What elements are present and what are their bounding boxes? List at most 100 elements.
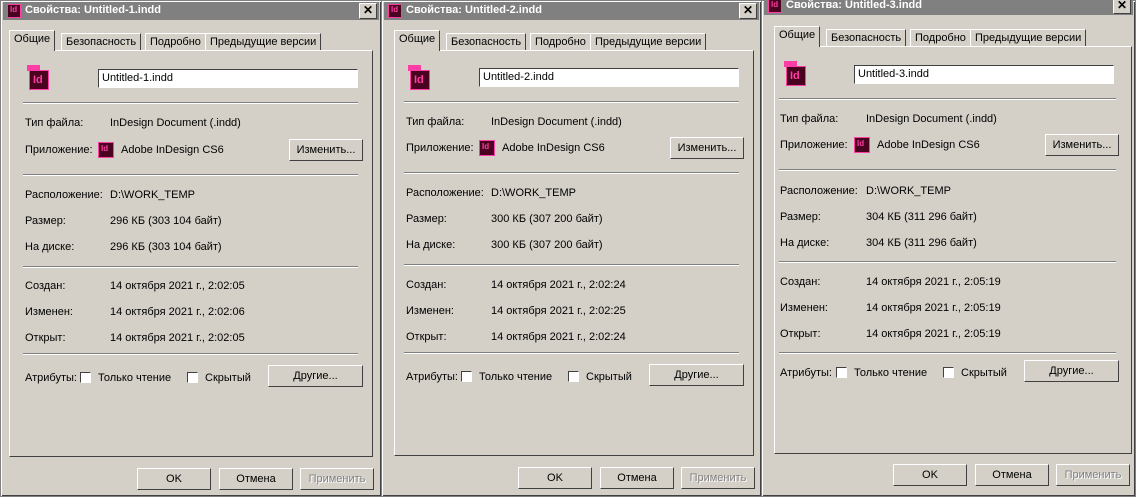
readonly-checkbox[interactable] — [80, 372, 91, 383]
close-button[interactable]: ✕ — [359, 3, 377, 19]
separator — [23, 266, 358, 268]
properties-window-3: Свойства: Untitled-3.indd ✕ Общие Безопа… — [761, 0, 1136, 497]
change-app-button[interactable]: Изменить... — [1045, 134, 1119, 156]
apply-button[interactable]: Применить — [681, 467, 755, 489]
tab-details[interactable]: Подробно — [145, 33, 206, 51]
created-label: Создан: — [406, 279, 447, 291]
readonly-label: Только чтение — [98, 372, 172, 384]
apply-button[interactable]: Применить — [1056, 464, 1130, 486]
indesign-icon: Id — [479, 140, 495, 156]
indesign-app-icon — [768, 0, 782, 13]
file-name-input[interactable]: Untitled-3.indd — [854, 65, 1114, 84]
close-button[interactable]: ✕ — [739, 3, 757, 19]
separator — [404, 172, 739, 174]
separator — [23, 174, 358, 176]
window-title: Свойства: Untitled-3.indd — [786, 0, 922, 11]
created-label: Создан: — [25, 280, 66, 292]
size-value: 296 КБ (303 104 байт) — [110, 215, 222, 227]
tab-details[interactable]: Подробно — [530, 33, 591, 51]
cancel-button[interactable]: Отмена — [975, 464, 1049, 486]
title-bar[interactable]: Свойства: Untitled-1.indd ✕ — [3, 2, 379, 20]
general-panel — [394, 50, 754, 456]
hidden-label: Скрытый — [586, 371, 632, 383]
indesign-icon: Id — [98, 142, 114, 158]
window-title: Свойства: Untitled-2.indd — [406, 4, 542, 16]
location-value: D:\WORK_TEMP — [491, 187, 576, 199]
file-type-value: InDesign Document (.indd) — [110, 117, 241, 129]
separator — [779, 261, 1116, 263]
disk-size-value: 296 КБ (303 104 байт) — [110, 241, 222, 253]
readonly-label: Только чтение — [479, 371, 553, 383]
readonly-label: Только чтение — [854, 367, 928, 379]
advanced-attributes-button[interactable]: Другие... — [268, 365, 363, 387]
separator — [404, 264, 739, 266]
separator — [404, 101, 739, 103]
change-app-button[interactable]: Изменить... — [289, 139, 363, 161]
tab-general[interactable]: Общие — [9, 30, 56, 51]
close-button[interactable]: ✕ — [1113, 0, 1131, 14]
separator — [23, 353, 358, 355]
tab-security[interactable]: Безопасность — [826, 29, 907, 47]
tab-details[interactable]: Подробно — [910, 29, 971, 47]
ok-button[interactable]: OK — [893, 464, 967, 486]
hidden-checkbox[interactable] — [568, 371, 579, 382]
tab-security[interactable]: Безопасность — [61, 33, 142, 51]
file-name-input[interactable]: Untitled-1.indd — [98, 69, 358, 88]
size-value: 304 КБ (311 296 байт) — [866, 211, 977, 223]
general-panel — [9, 50, 373, 457]
title-bar[interactable]: Свойства: Untitled-2.indd ✕ — [384, 2, 759, 20]
ok-button[interactable]: OK — [518, 467, 592, 489]
readonly-checkbox[interactable] — [461, 371, 472, 382]
location-label: Расположение: — [406, 187, 484, 199]
window-title: Свойства: Untitled-1.indd — [25, 4, 161, 16]
modified-value: 14 октября 2021 г., 2:05:19 — [866, 302, 1001, 314]
change-app-button[interactable]: Изменить... — [670, 137, 744, 159]
hidden-checkbox[interactable] — [187, 372, 198, 383]
app-value: Adobe InDesign CS6 — [877, 139, 980, 151]
readonly-checkbox[interactable] — [836, 367, 847, 378]
advanced-attributes-button[interactable]: Другие... — [1024, 360, 1119, 382]
app-label: Приложение: — [406, 142, 474, 154]
tab-general[interactable]: Общие — [774, 26, 821, 47]
disk-size-value: 300 КБ (307 200 байт) — [491, 239, 603, 251]
file-type-label: Тип файла: — [25, 117, 84, 129]
file-type-value: InDesign Document (.indd) — [491, 116, 622, 128]
app-label: Приложение: — [25, 144, 93, 156]
separator — [404, 352, 739, 354]
advanced-attributes-button[interactable]: Другие... — [649, 364, 744, 386]
attributes-label: Атрибуты: — [25, 372, 77, 384]
modified-label: Изменен: — [25, 306, 73, 318]
apply-button[interactable]: Применить — [300, 468, 374, 490]
tab-previous-versions[interactable]: Предыдущие версии — [590, 33, 707, 51]
hidden-checkbox[interactable] — [943, 367, 954, 378]
location-label: Расположение: — [25, 189, 103, 201]
indd-file-icon: Id — [784, 61, 806, 87]
indesign-app-icon — [388, 4, 402, 18]
created-value: 14 октября 2021 г., 2:02:05 — [110, 280, 245, 292]
file-name-input[interactable]: Untitled-2.indd — [479, 68, 739, 87]
size-label: Размер: — [406, 213, 447, 225]
ok-button[interactable]: OK — [137, 468, 211, 490]
tab-previous-versions[interactable]: Предыдущие версии — [970, 29, 1087, 47]
created-value: 14 октября 2021 г., 2:05:19 — [866, 276, 1001, 288]
cancel-button[interactable]: Отмена — [219, 468, 293, 490]
indd-file-icon: Id — [408, 65, 430, 91]
modified-value: 14 октября 2021 г., 2:02:06 — [110, 306, 245, 318]
opened-value: 14 октября 2021 г., 2:05:19 — [866, 328, 1001, 340]
general-panel — [774, 46, 1132, 454]
size-value: 300 КБ (307 200 байт) — [491, 213, 603, 225]
indesign-icon: Id — [854, 137, 870, 153]
hidden-label: Скрытый — [205, 372, 251, 384]
disk-size-label: На диске: — [780, 237, 830, 249]
location-value: D:\WORK_TEMP — [866, 185, 951, 197]
title-bar[interactable]: Свойства: Untitled-3.indd ✕ — [764, 0, 1133, 15]
tab-security[interactable]: Безопасность — [446, 33, 527, 51]
hidden-label: Скрытый — [961, 367, 1007, 379]
created-label: Создан: — [780, 276, 821, 288]
separator — [23, 102, 358, 104]
cancel-button[interactable]: Отмена — [600, 467, 674, 489]
tab-general[interactable]: Общие — [394, 30, 441, 51]
tab-previous-versions[interactable]: Предыдущие версии — [205, 33, 322, 51]
app-label: Приложение: — [780, 139, 848, 151]
app-value: Adobe InDesign CS6 — [502, 142, 605, 154]
